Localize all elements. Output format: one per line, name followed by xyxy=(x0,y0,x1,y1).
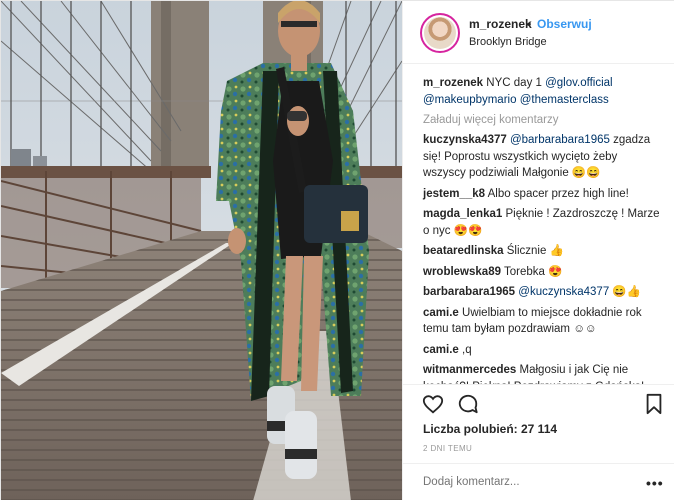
comment-author[interactable]: jestem__k8 xyxy=(423,188,485,200)
comment-row: jestem__k8 Albo spacer przez high line! xyxy=(423,186,660,203)
comment-text: Albo spacer przez high line! xyxy=(487,187,629,200)
comment-row: wroblewska89 Torebka 😍 xyxy=(423,264,660,281)
comment-author[interactable]: cami.e xyxy=(423,344,459,356)
heart-icon[interactable] xyxy=(422,393,444,415)
caption: m_rozenek NYC day 1 @glov.official @make… xyxy=(423,75,660,108)
comments-list[interactable]: m_rozenek NYC day 1 @glov.official @make… xyxy=(403,64,674,384)
comment-author[interactable]: kuczynska4377 xyxy=(423,134,507,146)
post-date[interactable]: 2 DNI TEMU xyxy=(423,444,472,453)
post-header: m_rozenek • Obserwuj Brooklyn Bridge xyxy=(403,1,674,64)
comment-mention[interactable]: @barbarabara1965 xyxy=(510,134,610,146)
comment-row: witmanmercedes Małgosiu i jak Cię nie ko… xyxy=(423,362,660,384)
comment-mention[interactable]: @kuczynska4377 xyxy=(518,286,609,298)
comment-row: cami.e Uwielbiam to miejsce dokładnie ro… xyxy=(423,305,660,338)
add-comment-input[interactable] xyxy=(423,476,623,488)
avatar-image xyxy=(424,17,456,49)
bookmark-icon[interactable] xyxy=(643,393,665,415)
likes-count[interactable]: Liczba polubień: 27 114 xyxy=(423,422,557,436)
comment-text: 😄👍 xyxy=(609,286,642,298)
comment-author[interactable]: beatаredlinska xyxy=(423,245,504,257)
comment-row: cami.e ,q xyxy=(423,342,660,359)
comment-row: magda_lenka1 Pięknie ! Zazdroszczę ! Mar… xyxy=(423,206,660,239)
comment-author[interactable]: cami.e xyxy=(423,307,459,319)
separator-dot: • xyxy=(527,17,532,31)
comment-author[interactable]: magda_lenka1 xyxy=(423,208,502,220)
brooklyn-bridge-photo xyxy=(1,1,402,500)
comment-text: Ślicznie 👍 xyxy=(506,245,564,257)
load-more-comments[interactable]: Załaduj więcej komentarzy xyxy=(423,114,660,126)
location-link[interactable]: Brooklyn Bridge xyxy=(469,36,547,48)
comment-container: kuczynska4377 @barbarabara1965 zgadza si… xyxy=(423,132,660,384)
comment-row: barbarabara1965 @kuczynska4377 😄👍 xyxy=(423,284,660,301)
caption-author[interactable]: m_rozenek xyxy=(423,77,483,89)
caption-text: NYC day 1 xyxy=(486,77,546,89)
avatar[interactable] xyxy=(420,13,460,53)
username-link[interactable]: m_rozenek xyxy=(469,17,532,31)
instagram-post: m_rozenek • Obserwuj Brooklyn Bridge m_r… xyxy=(0,0,674,500)
comment-row: kuczynska4377 @barbarabara1965 zgadza si… xyxy=(423,132,660,182)
comment-text: Torebka 😍 xyxy=(503,265,563,278)
comment-author[interactable]: wroblewska89 xyxy=(423,266,501,278)
comment-text: ,q xyxy=(462,343,472,356)
caption-mention[interactable]: @themasterclass xyxy=(520,94,609,106)
follow-button[interactable]: Obserwuj xyxy=(537,17,592,31)
more-options-button[interactable]: ••• xyxy=(646,475,664,491)
comment-bubble-icon[interactable] xyxy=(457,393,479,415)
post-photo[interactable] xyxy=(1,1,402,500)
comment-row: beatаredlinska Ślicznie 👍 xyxy=(423,243,660,260)
add-comment-bar: ••• xyxy=(403,463,674,500)
comment-author[interactable]: witmanmercedes xyxy=(423,364,516,376)
caption-mention[interactable]: @makeupbymario xyxy=(423,94,517,106)
action-bar xyxy=(403,384,674,422)
caption-mention[interactable]: @glov.official xyxy=(545,77,613,89)
post-sidebar: m_rozenek • Obserwuj Brooklyn Bridge m_r… xyxy=(402,1,674,500)
comment-author[interactable]: barbarabara1965 xyxy=(423,286,515,298)
